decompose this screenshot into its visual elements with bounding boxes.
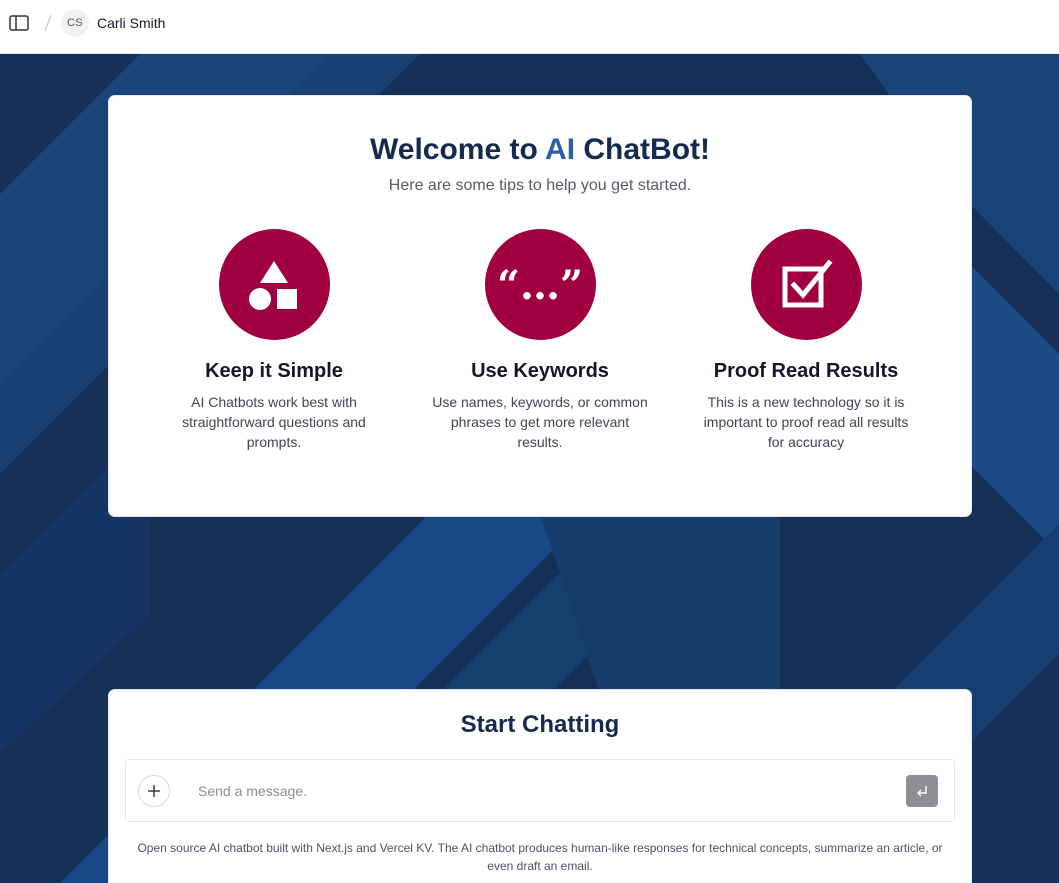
tip-description: Use names, keywords, or common phrases t… <box>432 394 648 450</box>
plus-icon <box>148 785 160 797</box>
message-composer <box>125 759 955 822</box>
shapes-icon <box>218 229 330 340</box>
send-button[interactable] <box>906 775 938 807</box>
quote-icon: “…” <box>484 229 596 340</box>
tip-title: Proof Read Results <box>713 360 899 382</box>
tip-description: AI Chatbots work best with straightforwa… <box>182 394 366 450</box>
welcome-title-accent: AI <box>545 133 576 166</box>
checkbox-icon <box>750 229 862 340</box>
chat-card: Start Chatting Open source AI chatbot bu… <box>108 689 972 883</box>
top-bar: CS Carli Smith <box>0 0 1059 54</box>
svg-text:“…”: “…” <box>497 265 583 305</box>
new-chat-button[interactable] <box>138 775 170 807</box>
tip-proof-read: Proof Read Results This is a new technol… <box>686 229 926 452</box>
avatar[interactable]: CS <box>61 9 89 37</box>
enter-icon <box>917 786 927 797</box>
tip-use-keywords: “…” Use Keywords Use names, keywords, or… <box>420 229 660 452</box>
tip-title: Use Keywords <box>471 360 609 382</box>
tip-title: Keep it Simple <box>205 360 343 382</box>
chat-title: Start Chatting <box>460 711 620 738</box>
welcome-title: Welcome to AI ChatBot! <box>109 132 971 168</box>
sidebar-toggle-icon[interactable] <box>8 12 30 34</box>
footer-note: Open source AI chatbot built with Next.j… <box>137 841 943 873</box>
welcome-subtitle: Here are some tips to help you get start… <box>388 177 692 194</box>
tips-card: Welcome to AI ChatBot! Here are some tip… <box>108 95 972 517</box>
breadcrumb-separator-icon <box>42 12 54 34</box>
welcome-title-prefix: Welcome to <box>369 133 538 166</box>
message-input[interactable] <box>188 776 908 806</box>
tip-keep-it-simple: Keep it Simple AI Chatbots work best wit… <box>154 229 394 452</box>
tip-description: This is a new technology so it is import… <box>703 394 909 450</box>
welcome-title-suffix: ChatBot! <box>583 133 711 166</box>
user-name[interactable]: Carli Smith <box>97 14 165 32</box>
